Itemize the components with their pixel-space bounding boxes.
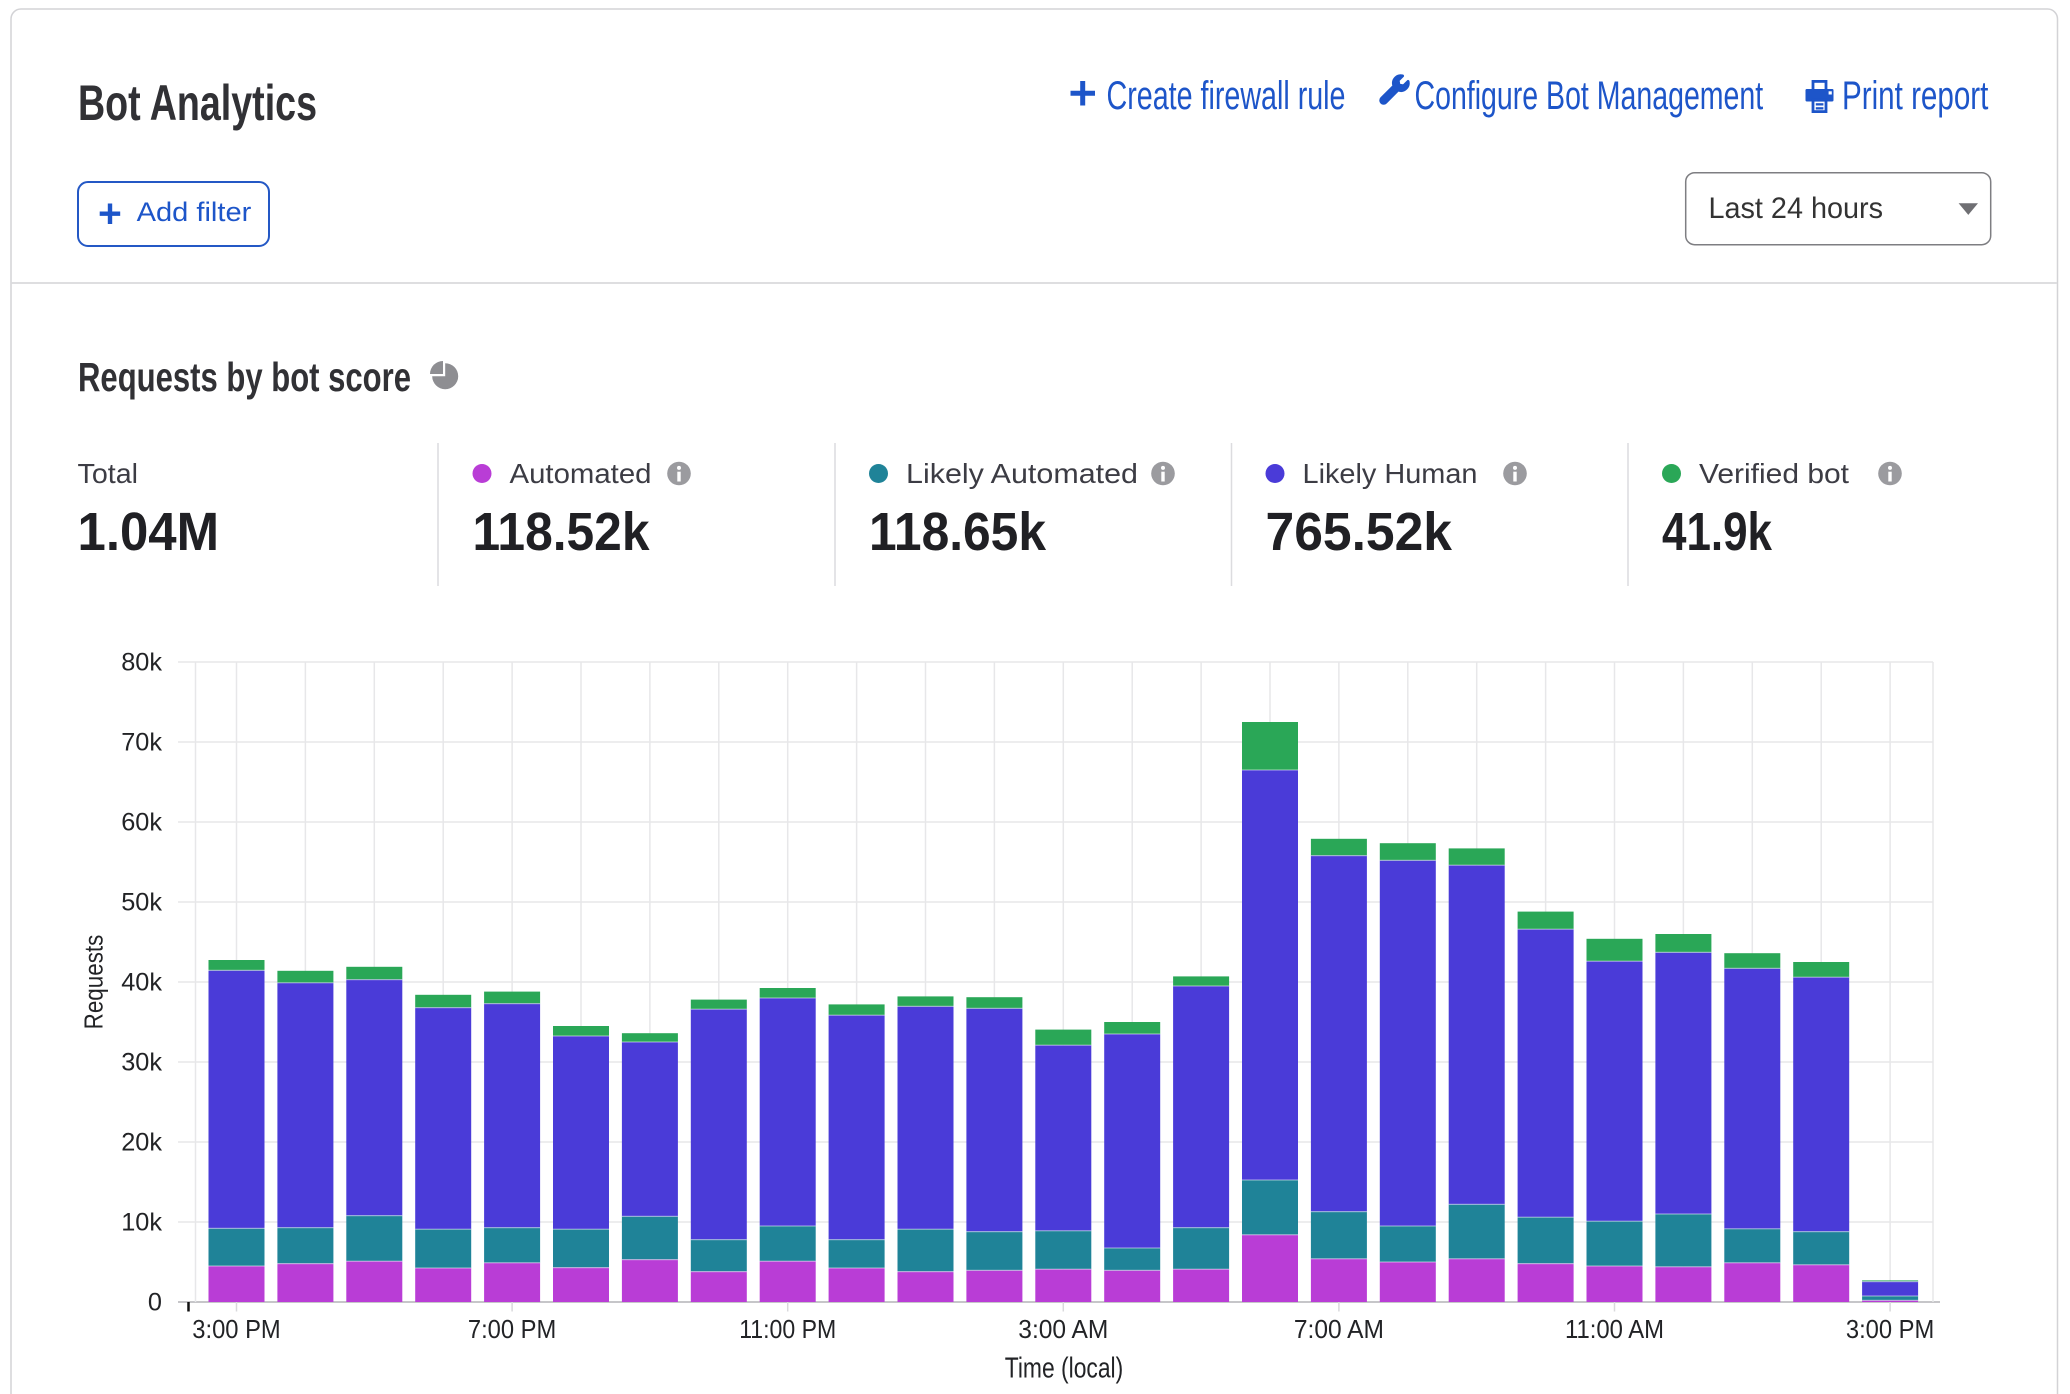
- svg-text:Last 24 hours: Last 24 hours: [1709, 192, 1884, 225]
- svg-text:0: 0: [148, 1289, 162, 1317]
- svg-text:Likely Automated: Likely Automated: [906, 458, 1138, 489]
- svg-text:Add filter: Add filter: [137, 197, 252, 227]
- svg-text:118.52k: 118.52k: [473, 502, 651, 562]
- svg-text:Verified bot: Verified bot: [1699, 458, 1849, 489]
- svg-text:Requests by bot score: Requests by bot score: [78, 354, 411, 400]
- svg-text:11:00 PM: 11:00 PM: [739, 1316, 836, 1344]
- svg-text:11:00 AM: 11:00 AM: [1565, 1316, 1664, 1344]
- svg-text:80k: 80k: [121, 649, 162, 677]
- svg-text:70k: 70k: [121, 729, 162, 757]
- svg-text:Print report: Print report: [1842, 74, 1988, 118]
- svg-text:Create firewall rule: Create firewall rule: [1107, 74, 1346, 118]
- svg-text:10k: 10k: [121, 1209, 162, 1237]
- svg-text:Automated: Automated: [510, 458, 652, 489]
- svg-text:765.52k: 765.52k: [1266, 502, 1453, 562]
- svg-text:60k: 60k: [121, 809, 162, 837]
- svg-text:30k: 30k: [121, 1049, 162, 1077]
- svg-text:3:00 PM: 3:00 PM: [192, 1316, 280, 1344]
- svg-text:Bot Analytics: Bot Analytics: [78, 74, 317, 131]
- svg-text:118.65k: 118.65k: [869, 502, 1047, 562]
- svg-text:41.9k: 41.9k: [1662, 502, 1773, 562]
- svg-text:3:00 PM: 3:00 PM: [1846, 1316, 1934, 1344]
- svg-text:20k: 20k: [121, 1129, 162, 1157]
- svg-text:Time (local): Time (local): [1005, 1352, 1124, 1384]
- svg-text:Likely Human: Likely Human: [1303, 458, 1478, 489]
- svg-text:7:00 PM: 7:00 PM: [468, 1316, 556, 1344]
- svg-text:3:00 AM: 3:00 AM: [1018, 1316, 1108, 1344]
- svg-text:1.04M: 1.04M: [78, 502, 220, 562]
- svg-text:Total: Total: [78, 458, 139, 489]
- svg-text:7:00 AM: 7:00 AM: [1294, 1316, 1384, 1344]
- svg-text:50k: 50k: [121, 889, 162, 917]
- svg-text:40k: 40k: [121, 969, 162, 997]
- svg-text:Requests: Requests: [79, 935, 109, 1030]
- svg-text:Configure Bot Management: Configure Bot Management: [1415, 74, 1764, 118]
